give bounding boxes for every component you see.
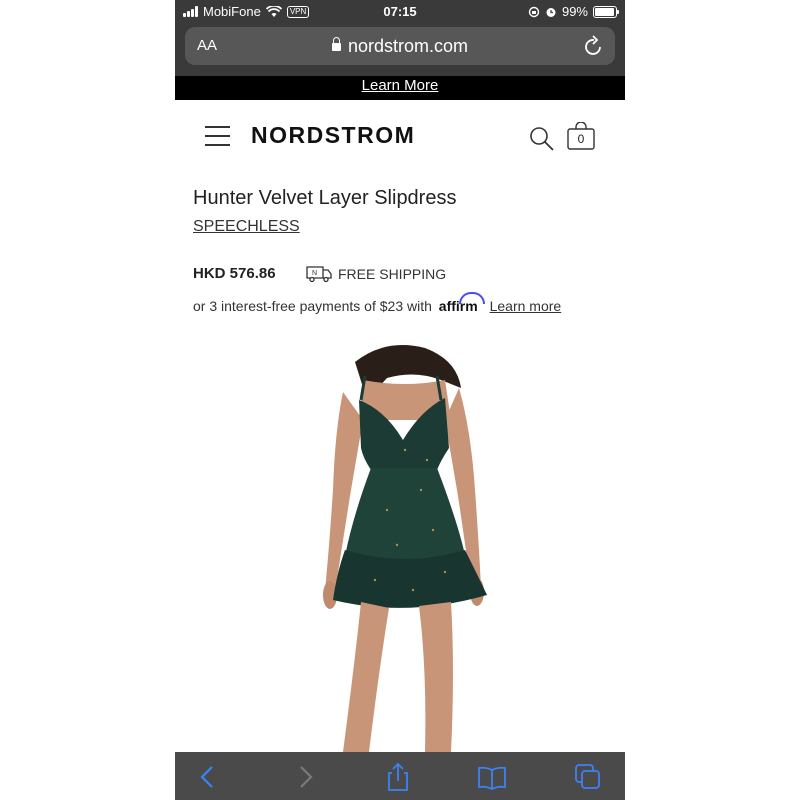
product-title: Hunter Velvet Layer Slipdress xyxy=(193,187,457,209)
promo-learn-more-link[interactable]: Learn More xyxy=(362,77,439,95)
alarm-icon xyxy=(546,7,556,17)
forward-icon[interactable] xyxy=(290,762,320,792)
site-header: NORDSTROM 0 xyxy=(175,100,625,170)
truck-icon: N xyxy=(306,266,332,283)
lock-icon xyxy=(331,37,341,51)
address-bar[interactable]: AA nordstrom.com xyxy=(185,27,615,65)
reload-icon[interactable] xyxy=(583,34,605,58)
affirm-logo: affirm xyxy=(438,298,478,314)
site-logo[interactable]: NORDSTROM xyxy=(251,122,415,149)
affirm-learn-more-link[interactable]: Learn more xyxy=(490,298,562,314)
tabs-icon[interactable] xyxy=(573,762,603,792)
dress-photo-icon xyxy=(323,345,487,752)
url-text: nordstrom.com xyxy=(347,36,469,56)
product-image[interactable] xyxy=(175,340,625,752)
installments-text: or 3 interest-free payments of $23 with xyxy=(193,298,432,314)
back-icon[interactable] xyxy=(193,762,223,792)
promo-banner: Learn More xyxy=(175,76,625,100)
installments-line: or 3 interest-free payments of $23 with … xyxy=(193,298,561,314)
product-price: HKD 576.86 xyxy=(193,265,276,282)
svg-text:N: N xyxy=(312,270,317,277)
orientation-lock-icon xyxy=(528,6,540,17)
product-brand-link[interactable]: SPEECHLESS xyxy=(193,218,300,236)
battery-icon xyxy=(593,5,619,18)
url-display[interactable]: nordstrom.com xyxy=(185,36,615,57)
status-bar: MobiFone VPN 07:15 99% xyxy=(175,0,625,24)
bag-count: 0 xyxy=(577,132,585,146)
browser-bottom-toolbar xyxy=(175,752,625,800)
hamburger-menu-icon[interactable] xyxy=(205,126,230,153)
shopping-bag-icon[interactable]: 0 xyxy=(567,121,595,150)
search-icon[interactable] xyxy=(529,126,555,152)
free-shipping-label: FREE SHIPPING xyxy=(338,266,447,282)
status-right: 99% xyxy=(528,4,619,19)
phone-screen: MobiFone VPN 07:15 99% AA nordstrom.com … xyxy=(175,0,625,800)
share-icon[interactable] xyxy=(383,762,413,792)
bookmarks-icon[interactable] xyxy=(477,762,507,792)
browser-top-bar: AA nordstrom.com xyxy=(175,24,625,76)
battery-percent: 99% xyxy=(561,4,588,19)
